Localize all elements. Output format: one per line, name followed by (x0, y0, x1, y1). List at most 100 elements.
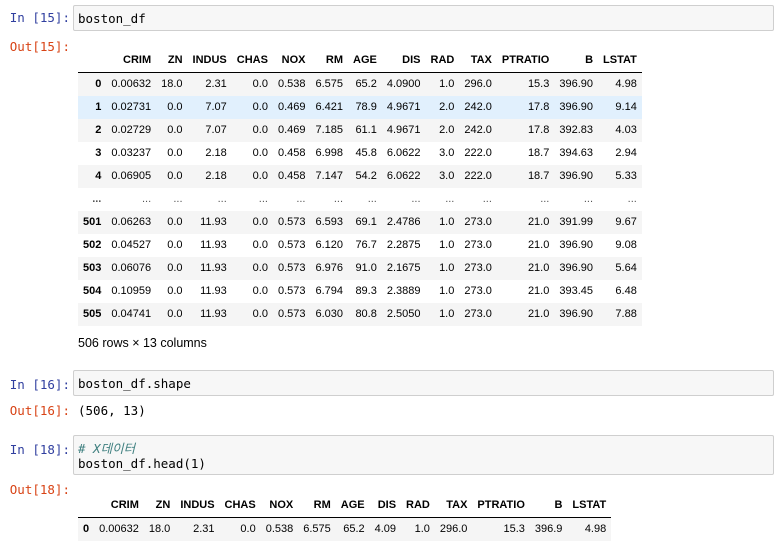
table-cell: 17.8 (527, 101, 550, 113)
column-header: NOX (272, 48, 311, 73)
table-cell: 0.0 (167, 147, 183, 159)
code-comment: # X데이터 (78, 441, 136, 456)
table-cell: 0.0 (252, 239, 268, 251)
table-cell: 0.538 (265, 523, 294, 536)
table-cell: 2.1675 (386, 262, 421, 274)
table-cell: 2.5050 (386, 308, 421, 320)
column-header: RAD (401, 493, 435, 518)
table-cell: 2.18 (205, 170, 227, 182)
table-cell: 242.0 (464, 101, 492, 113)
table-cell: 61.1 (355, 124, 377, 136)
table-cell: 17.8 (527, 124, 550, 136)
table-cell: 393.45 (559, 285, 594, 297)
table-cell: 6.0622 (386, 147, 421, 159)
table-cell: 396.9 (534, 523, 563, 536)
table-cell: 6.120 (315, 239, 344, 251)
table-cell: 69.1 (355, 216, 377, 228)
column-header: NOX (260, 493, 299, 518)
code-input-18[interactable]: # X데이터 boston_df.head(1) (73, 435, 774, 475)
table-cell: 0.0 (167, 124, 183, 136)
table-cell: 0.0 (167, 170, 183, 182)
table-cell: 6.794 (315, 285, 344, 297)
table-cell: 11.93 (200, 216, 227, 228)
dataframe-shape-text: 506 rows × 13 columns (78, 336, 207, 350)
table-cell: 9.67 (615, 216, 637, 228)
table-cell: 91.0 (355, 262, 377, 274)
table-cell: 396.90 (559, 101, 594, 113)
table-cell: 0.06905 (111, 170, 152, 182)
table-cell: 0.469 (277, 124, 306, 136)
index-header (78, 493, 95, 518)
row-index: 4 (95, 170, 102, 182)
table-cell: 21.0 (527, 285, 550, 297)
table-row: 505 0.04741 0.0 11.93 0.0 0.573 6.030 80.8 2.505… (78, 302, 642, 326)
table-cell: 2.18 (205, 147, 227, 159)
table-cell: 7.07 (205, 124, 227, 136)
row-index: 3 (95, 147, 102, 159)
code-line: boston_df.head(1) (78, 456, 206, 471)
table-cell: 0.00632 (111, 78, 152, 91)
column-header: CHAS (219, 493, 261, 518)
row-index: 502 (83, 239, 102, 251)
column-header: INDUS (175, 493, 220, 518)
table-cell: 0.04741 (111, 308, 152, 320)
column-header: AGE (335, 493, 370, 518)
code-input-16[interactable]: boston_df.shape (73, 370, 774, 396)
column-header: RM (310, 48, 349, 73)
table-cell: 6.998 (315, 147, 344, 159)
column-header: RM (298, 493, 336, 518)
table-cell: ... (333, 193, 344, 205)
table-cell: 45.8 (355, 147, 377, 159)
table-cell: ... (258, 193, 268, 205)
table-cell: 273.0 (464, 308, 492, 320)
table-cell: 11.93 (200, 262, 227, 274)
table-cell: 65.2 (343, 523, 365, 536)
code-input-15[interactable]: boston_df (73, 5, 774, 31)
table-cell: 0.573 (277, 285, 306, 297)
table-cell: 0.0 (167, 216, 183, 228)
table-cell: 0.0 (252, 216, 268, 228)
table-cell: ... (367, 193, 377, 205)
table-cell: 78.9 (355, 101, 377, 113)
table-cell: 11.93 (200, 308, 227, 320)
table-cell: 4.9671 (386, 124, 421, 136)
table-cell: 15.3 (503, 523, 525, 536)
table-cell: 0.03237 (111, 147, 152, 159)
table-cell: 9.14 (615, 101, 637, 113)
shape-output: (506, 13) (78, 403, 146, 418)
table-cell: 0.573 (277, 308, 306, 320)
table-row: 502 0.04527 0.0 11.93 0.0 0.573 6.120 76.7 2.287… (78, 234, 642, 257)
table-cell: 18.0 (161, 78, 183, 91)
index-header (78, 48, 107, 73)
table-cell: 0.06263 (111, 216, 152, 228)
table-cell: 1.0 (439, 308, 455, 320)
table-cell: 0.0 (167, 262, 183, 274)
table-cell: 11.93 (200, 239, 227, 251)
table-cell: 6.575 (315, 78, 344, 91)
table-cell: 2.31 (193, 523, 215, 536)
row-index: ... (92, 193, 102, 205)
column-header: CRIM (94, 493, 144, 518)
table-cell: 0.04527 (111, 239, 152, 251)
table-cell: 21.0 (527, 262, 550, 274)
table-cell: 21.0 (527, 239, 550, 251)
table-cell: 2.0 (439, 124, 455, 136)
table-cell: 242.0 (464, 124, 492, 136)
table-cell: ... (627, 193, 637, 205)
row-index: 0 (95, 78, 102, 91)
table-cell: 394.63 (559, 147, 594, 159)
table-cell: 54.2 (355, 170, 377, 182)
table-cell: 15.3 (527, 78, 550, 91)
table-cell: 2.3889 (386, 285, 421, 297)
table-cell: 4.0900 (386, 78, 421, 91)
column-header: ZN (143, 493, 176, 518)
table-cell: 392.83 (559, 124, 594, 136)
table-cell: 0.573 (277, 239, 306, 251)
table-cell: 273.0 (464, 239, 492, 251)
table-cell: 391.99 (559, 216, 594, 228)
table-cell: 273.0 (464, 285, 492, 297)
table-cell: 89.3 (355, 285, 377, 297)
table-cell: 0.06076 (111, 262, 152, 274)
table-cell: 6.593 (315, 216, 344, 228)
table-cell: 296.0 (464, 78, 492, 91)
